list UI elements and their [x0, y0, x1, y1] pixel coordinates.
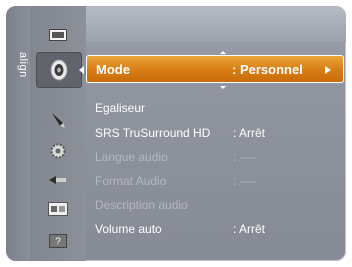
menu-item-langue-audio: Langue audio	[95, 150, 168, 164]
menu-item-label: Mode	[96, 62, 130, 77]
picture-icon[interactable]	[47, 25, 69, 45]
panel-header-band	[86, 6, 346, 42]
srs-trusurround-value: : Arrêt	[233, 126, 266, 140]
menu-item-description-audio: Description audio	[95, 198, 188, 212]
support-icon[interactable]: ?	[47, 231, 69, 251]
category-icon-column: ?	[30, 6, 86, 261]
application-icon[interactable]	[47, 199, 69, 219]
menu-item-srs-trusurround[interactable]: SRS TruSurround HD	[95, 126, 210, 140]
scroll-up-icon	[220, 51, 226, 54]
rail-label: align	[17, 52, 29, 78]
menu-item-volume-auto[interactable]: Volume auto	[95, 222, 162, 236]
left-rail: align	[6, 6, 30, 261]
active-pointer-icon	[79, 66, 84, 74]
sound-icon[interactable]	[36, 52, 82, 88]
menu-item-egaliseur[interactable]: Egaliseur	[95, 101, 145, 115]
menu-item-format-audio: Format Audio	[95, 174, 167, 188]
menu-item-value: : Personnel	[232, 62, 303, 77]
input-icon[interactable]	[47, 170, 69, 190]
tv-menu-window: align ? Mode: Personnel Egaliseur SRS T…	[6, 6, 346, 261]
setup-icon[interactable]	[47, 141, 69, 161]
langue-audio-value: : ----	[233, 150, 256, 164]
scroll-down-icon	[220, 86, 226, 89]
screen-frame: align ? Mode: Personnel Egaliseur SRS T…	[0, 0, 352, 267]
channel-icon[interactable]	[47, 110, 69, 130]
menu-item-mode[interactable]: Mode : Personnel	[86, 55, 344, 83]
submenu-arrow-icon	[325, 66, 331, 74]
svg-text:?: ?	[55, 237, 61, 248]
volume-auto-value: : Arrêt	[233, 222, 266, 236]
format-audio-value: : ----	[233, 174, 256, 188]
sound-menu-panel: Mode : Personnel Egaliseur SRS TruSurrou…	[86, 6, 346, 261]
